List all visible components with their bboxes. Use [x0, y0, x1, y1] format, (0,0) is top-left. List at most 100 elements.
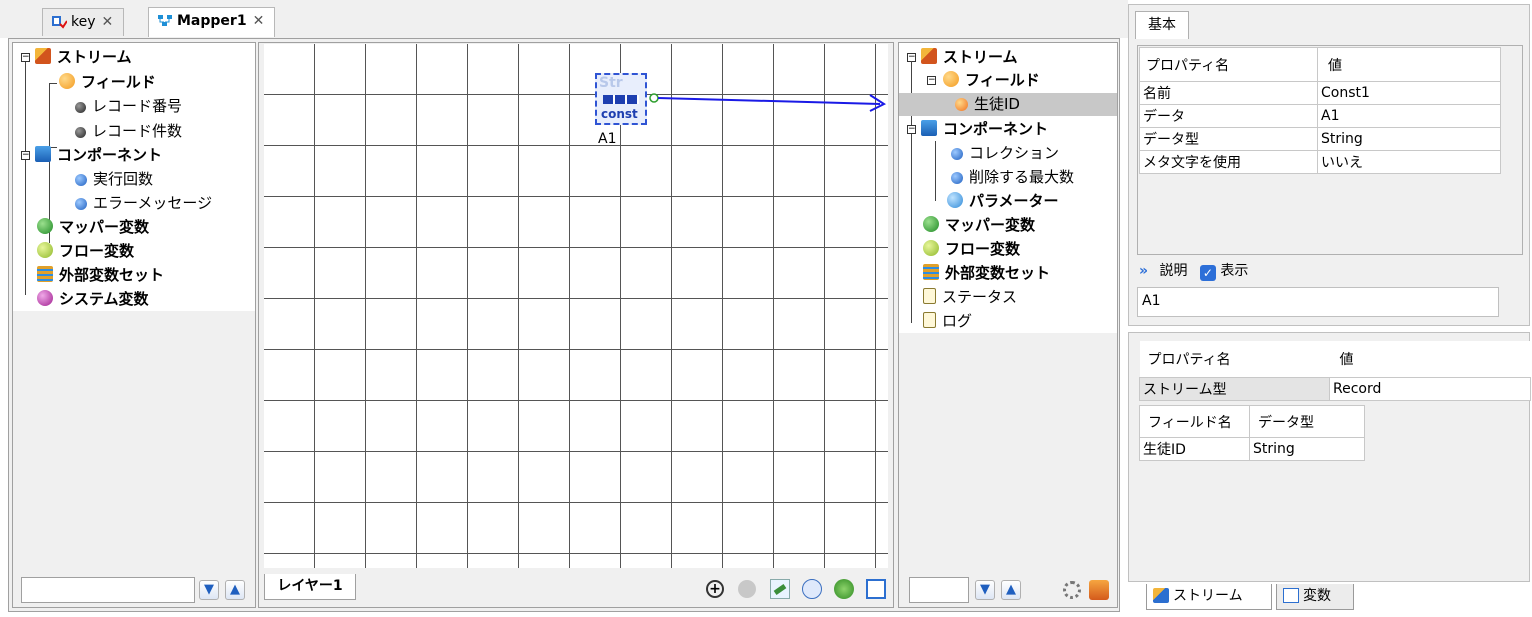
- field-icon: [943, 71, 959, 87]
- record-count-icon: [75, 127, 86, 138]
- log-icon: [923, 312, 936, 328]
- tree-item-component[interactable]: コンポーネント: [35, 144, 162, 167]
- mapper-var-icon: [37, 218, 53, 234]
- mapping-arrow[interactable]: [648, 92, 892, 112]
- tree-item-record-no[interactable]: レコード番号: [75, 95, 182, 118]
- expand-component-toggle-right[interactable]: −: [907, 125, 916, 134]
- col-value: 値: [1317, 47, 1501, 82]
- search-next-button-right[interactable]: ▼: [975, 580, 995, 600]
- tree-item-max-delete[interactable]: 削除する最大数: [951, 166, 1074, 189]
- property-table: プロパティ名 値 名前 Const1 データ A1 データ型 String メタ…: [1139, 47, 1501, 174]
- variable-tab-icon: [1283, 588, 1299, 603]
- tree-item-flow-var-right[interactable]: フロー変数: [923, 238, 1020, 261]
- document-tab-bar: key ✕ Mapper1 ✕: [0, 0, 1128, 38]
- field-table: フィールド名 データ型 生徒ID String: [1139, 405, 1365, 461]
- comment-icon[interactable]: [802, 579, 822, 599]
- mapper-icon: [158, 15, 172, 26]
- tree-item-mapper-var-right[interactable]: マッパー変数: [923, 214, 1035, 237]
- tab-basic[interactable]: 基本: [1135, 11, 1189, 39]
- ext-var-set-icon: [37, 266, 53, 282]
- expand-field-toggle-right[interactable]: −: [927, 76, 936, 85]
- show-checkbox[interactable]: ✓: [1199, 265, 1216, 281]
- tab-variable[interactable]: 変数: [1276, 584, 1354, 610]
- error-message-icon: [75, 198, 87, 210]
- col-field-name: フィールド名: [1139, 405, 1250, 438]
- settings-gear-icon[interactable]: [1063, 581, 1081, 599]
- tree-item-record-count[interactable]: レコード件数: [75, 120, 182, 143]
- tree-item-log[interactable]: ログ: [923, 310, 972, 333]
- tree-item-error-message[interactable]: エラーメッセージ: [75, 192, 212, 215]
- tab-stream[interactable]: ストリーム: [1146, 584, 1272, 610]
- table-row[interactable]: データ A1: [1139, 104, 1501, 128]
- description-label: 説明: [1159, 263, 1188, 279]
- tree-item-field[interactable]: フィールド: [59, 71, 156, 94]
- tree-item-parameter[interactable]: パラメーター: [947, 190, 1059, 213]
- refresh-icon[interactable]: [1089, 580, 1109, 600]
- edit-icon[interactable]: [770, 579, 790, 599]
- const-node-icon: [603, 95, 639, 104]
- stream-icon: [921, 48, 937, 64]
- tab-key-close-icon[interactable]: ✕: [102, 14, 114, 30]
- flow-diagram-icon[interactable]: [866, 579, 886, 599]
- tree-item-field-right[interactable]: フィールド: [943, 69, 1040, 92]
- expand-component-toggle[interactable]: −: [21, 151, 30, 160]
- tree-item-flow-var[interactable]: フロー変数: [37, 240, 134, 263]
- tree-item-stream[interactable]: ストリーム: [35, 46, 132, 69]
- const-node-type: Str: [599, 75, 623, 91]
- table-row[interactable]: 生徒ID String: [1139, 437, 1365, 461]
- table-row[interactable]: ストリーム型 Record: [1139, 376, 1531, 401]
- collapse-double-chevron-icon[interactable]: »: [1139, 259, 1155, 283]
- table-row[interactable]: データ型 String: [1139, 127, 1501, 151]
- property-table-area: プロパティ名 値 名前 Const1 データ A1 データ型 String メタ…: [1137, 45, 1523, 255]
- chevron-down-icon: ▼: [980, 582, 990, 597]
- field-table-area: フィールド名 データ型 生徒ID String: [1139, 405, 1365, 577]
- stream-property-table: プロパティ名 値 ストリーム型 Record: [1139, 341, 1531, 401]
- tree-item-status[interactable]: ステータス: [923, 286, 1017, 309]
- parameter-icon: [947, 192, 963, 208]
- flow-var-icon: [923, 240, 939, 256]
- col-value-2: 値: [1339, 351, 1354, 368]
- const-node[interactable]: Str const: [595, 73, 647, 125]
- tree-item-collection[interactable]: コレクション: [951, 142, 1059, 165]
- remove-layer-icon[interactable]: [738, 580, 756, 598]
- tab-mapper1[interactable]: Mapper1 ✕: [148, 7, 276, 37]
- property-panel: 基本 プロパティ名 値 名前 Const1 データ A1 データ型 String…: [1128, 4, 1530, 326]
- tab-key[interactable]: key ✕: [42, 8, 125, 36]
- expand-stream-toggle[interactable]: −: [21, 53, 30, 62]
- debug-bug-icon[interactable]: [834, 579, 854, 599]
- search-prev-button-right[interactable]: ▲: [1001, 580, 1021, 600]
- description-header: » 説明 ✓ 表示: [1139, 259, 1248, 283]
- mapping-canvas[interactable]: [264, 44, 888, 568]
- mapper-var-icon: [923, 216, 939, 232]
- input-tree-search-field[interactable]: [21, 577, 195, 603]
- exec-count-icon: [75, 174, 87, 186]
- tree-item-student-id[interactable]: 生徒ID: [899, 93, 1117, 116]
- tree-item-system-var[interactable]: システム変数: [37, 288, 149, 311]
- record-no-icon: [75, 102, 86, 113]
- tree-item-component-right[interactable]: コンポーネント: [921, 118, 1048, 141]
- tree-item-mapper-var[interactable]: マッパー変数: [37, 216, 149, 239]
- tab-key-label: key: [71, 14, 96, 30]
- chevron-up-icon: ▲: [230, 582, 240, 597]
- table-row[interactable]: メタ文字を使用 いいえ: [1139, 150, 1501, 174]
- stream-property-panel: プロパティ名 値 ストリーム型 Record フィールド名 データ型 生徒ID …: [1128, 332, 1531, 582]
- table-row[interactable]: 名前 Const1: [1139, 81, 1501, 105]
- output-tree-search-field[interactable]: [909, 577, 969, 603]
- tree-item-stream-right[interactable]: ストリーム: [921, 46, 1018, 69]
- chevron-up-icon: ▲: [1006, 582, 1016, 597]
- student-id-field-icon: [955, 98, 968, 111]
- add-layer-icon[interactable]: +: [706, 580, 724, 598]
- tree-item-exec-count[interactable]: 実行回数: [75, 168, 153, 191]
- chevron-down-icon: ▼: [204, 582, 214, 597]
- description-field[interactable]: A1: [1137, 287, 1499, 317]
- tree-item-ext-var-set[interactable]: 外部変数セット: [37, 264, 164, 287]
- tab-mapper1-close-icon[interactable]: ✕: [253, 13, 265, 29]
- tree-item-ext-var-set-right[interactable]: 外部変数セット: [923, 262, 1050, 285]
- output-tree-panel: − ストリーム − フィールド 生徒ID − コンポーネント コレクション 削除…: [898, 42, 1118, 608]
- search-prev-button[interactable]: ▲: [225, 580, 245, 600]
- stream-icon: [35, 48, 51, 64]
- layer-tab[interactable]: レイヤー1: [264, 574, 356, 600]
- flow-icon: [52, 16, 67, 29]
- collection-icon: [951, 148, 963, 160]
- search-next-button[interactable]: ▼: [199, 580, 219, 600]
